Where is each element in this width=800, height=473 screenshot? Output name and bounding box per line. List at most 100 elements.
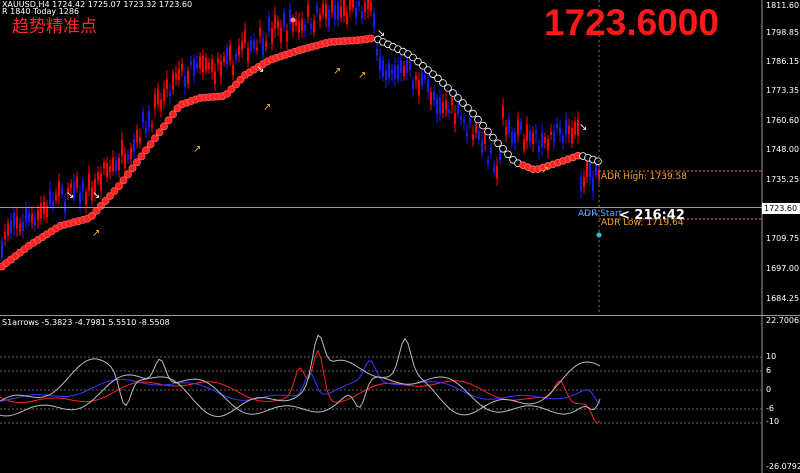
candle-body [349,0,351,10]
candle-body [214,71,216,85]
candle-body [139,137,141,144]
candle-body [412,80,414,90]
candle-body [439,97,441,114]
band-dot [499,145,507,153]
price-axis-label: 1760.60 [766,116,800,125]
band-dot [479,121,487,130]
candle-body [514,131,516,143]
candle-body [586,161,588,178]
band-dot [164,116,173,125]
band-dot [504,150,512,159]
candle-body [253,40,255,49]
candle-body [4,231,6,240]
candle-body [271,28,273,44]
indicator-axis-label: 10 [766,352,777,361]
candle-body [28,212,30,222]
indicator-line [0,359,601,404]
candle-body [13,212,15,227]
candle-body [97,172,99,180]
down-arrow: ↘ [256,64,264,75]
signal-dot [290,17,296,23]
band-dot [367,34,375,43]
price-axis-label: 1697.00 [766,264,800,273]
band-dot [474,115,482,124]
indicator-line [0,349,601,425]
indicator-axis-label: -6 [766,404,774,413]
candle-body [403,65,405,77]
candle-body [76,176,78,188]
band-dot [160,122,168,131]
candle-body [169,91,171,96]
candle-body [589,162,591,178]
indicator-axis-label: -10 [766,417,780,426]
candle-body [472,134,474,140]
candle-body [16,216,18,229]
candle-body [160,99,162,110]
candle-body [526,124,528,141]
price-axis-label: 1798.85 [766,28,800,37]
candle-body [82,181,84,192]
candle-body [229,45,231,61]
band-dot [119,176,128,185]
band-dot [133,158,141,167]
candle-body [208,62,210,69]
up-arrow: ↗ [358,70,366,81]
price-axis-label: 1748.00 [766,145,800,154]
candle-body [580,177,582,192]
current-price-tag: 1723.60 [762,203,800,214]
candle-body [364,2,366,13]
up-arrow: ↗ [92,228,100,239]
up-arrow: ↗ [263,102,271,113]
candle-body [436,99,438,115]
up-arrow: ↗ [541,165,549,176]
candle-body [463,119,465,123]
up-arrow: ↗ [333,66,341,77]
candle-body [397,65,399,79]
candle-body [565,119,567,135]
candle-body [184,75,186,88]
candle-body [331,0,333,13]
candle-body [1,241,3,258]
band-dot [169,110,177,119]
candle-body [328,9,330,27]
band-dot [484,127,492,136]
candle-body [127,154,129,160]
trading-chart-window: { "header": { "symbol_line": "XAUUSD,H4 … [0,0,800,473]
candle-body [172,73,174,90]
candle-body [511,132,513,143]
indicator-line [0,334,601,418]
price-axis-label: 1811.60 [766,1,800,10]
candle-body [190,61,192,65]
candle-body [310,23,312,30]
candle-body [307,4,309,17]
candle-body [286,30,288,42]
candle-body [274,14,276,29]
candle-body [163,89,165,101]
indicator-label: S1arrows -5.3823 -4.7981 5.5510 -8.5508 [2,318,170,327]
candle-body [523,139,525,151]
candle-body [535,131,537,135]
candle-body [421,72,423,86]
candle-body [22,222,24,232]
candle-body [226,47,228,65]
indicator-panel [0,334,762,425]
candle-body [454,113,456,125]
indicator-axis-label: -26.0792 [766,462,800,471]
candle-body [196,63,198,69]
candle-body [34,216,36,226]
candle-body [148,110,150,128]
candle-body [220,61,222,77]
adr-high-label: ADR High: 1739.58 [601,172,687,182]
price-axis-label: 1786.15 [766,57,800,66]
candle-body [325,4,327,19]
candle-body [379,56,381,71]
bar-timer: < 216:42 [619,208,685,223]
indicator-title: 趋势精准点 [12,17,97,37]
candle-body [109,166,111,172]
candle-body [193,59,195,75]
candle-body [466,132,468,137]
candle-body [487,159,489,164]
candle-body [385,70,387,81]
candle-body [538,145,540,152]
band-dot [494,139,502,148]
